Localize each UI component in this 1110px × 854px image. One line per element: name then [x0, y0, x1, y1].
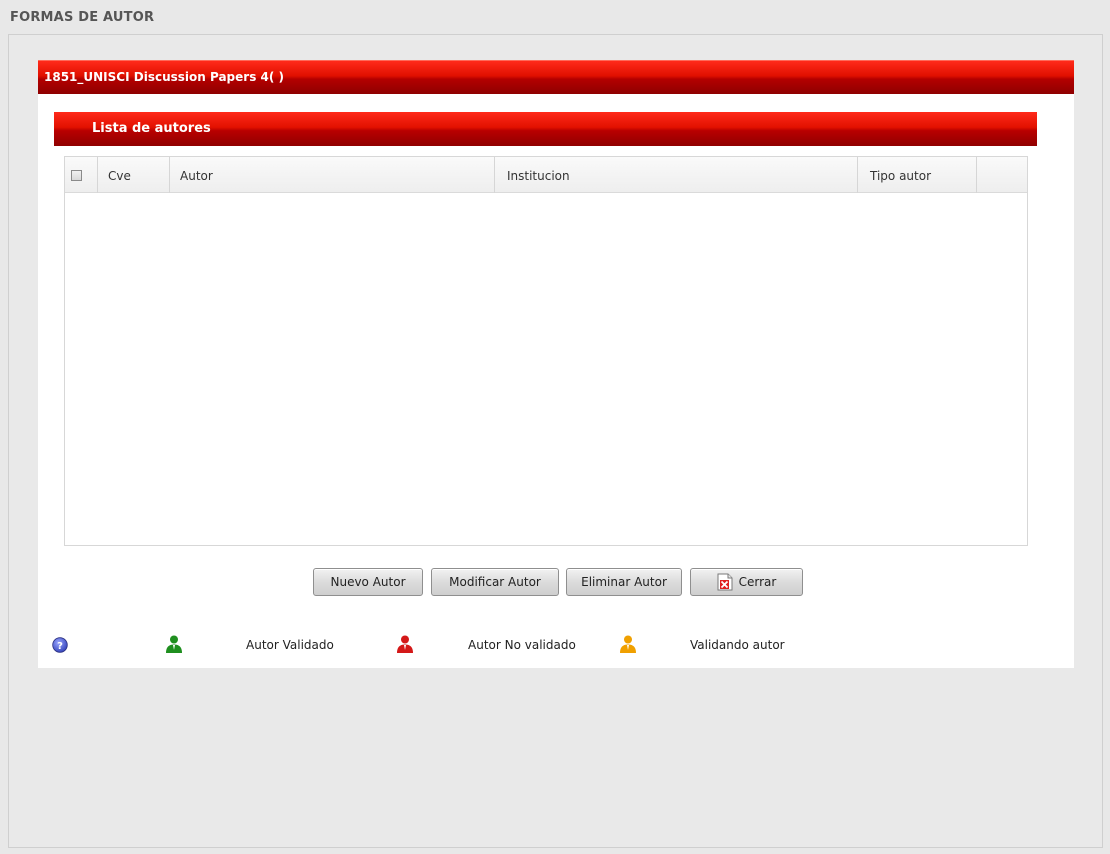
- page: FORMAS DE AUTOR 1851_UNISCI Discussion P…: [0, 0, 1110, 854]
- select-all-checkbox[interactable]: [71, 170, 82, 181]
- authors-list-title: Lista de autores: [92, 121, 211, 136]
- select-all-column: [65, 157, 98, 193]
- authors-grid: Cve Autor Institucion Tipo autor: [64, 156, 1028, 546]
- page-title: FORMAS DE AUTOR: [10, 10, 155, 25]
- new-author-button[interactable]: Nuevo Autor: [313, 568, 423, 596]
- legend-not-validated-label: Autor No validado: [468, 638, 576, 652]
- legend-validated-label: Autor Validado: [246, 638, 334, 652]
- legend-validating-label: Validando autor: [690, 638, 785, 652]
- column-header-institucion[interactable]: Institucion: [495, 157, 858, 193]
- column-header-label: Autor: [180, 169, 213, 183]
- close-icon: [717, 573, 733, 590]
- grid-header: Cve Autor Institucion Tipo autor: [65, 157, 1027, 193]
- legend: ? Autor Validado Autor No validado Valid…: [38, 630, 1074, 660]
- close-button-label: Cerrar: [738, 575, 777, 589]
- help-icon[interactable]: ?: [52, 637, 68, 653]
- authors-panel: 1851_UNISCI Discussion Papers 4( ) Lista…: [38, 60, 1074, 668]
- modify-author-button[interactable]: Modificar Autor: [431, 568, 559, 596]
- column-header-spacer: [977, 157, 1027, 193]
- delete-author-button[interactable]: Eliminar Autor: [566, 568, 682, 596]
- validating-user-icon: [620, 635, 636, 653]
- panel-header: 1851_UNISCI Discussion Papers 4( ): [38, 60, 1074, 94]
- column-header-autor[interactable]: Autor: [170, 157, 495, 193]
- svg-text:?: ?: [57, 641, 63, 652]
- authors-list-header: Lista de autores: [54, 112, 1037, 146]
- column-header-label: Institucion: [507, 169, 570, 183]
- close-button[interactable]: Cerrar: [690, 568, 803, 596]
- column-header-label: Cve: [108, 169, 131, 183]
- panel-header-title: 1851_UNISCI Discussion Papers 4( ): [44, 70, 285, 84]
- column-header-cve[interactable]: Cve: [98, 157, 170, 193]
- column-header-label: Tipo autor: [870, 169, 932, 183]
- action-buttons: Nuevo Autor Modificar Autor Eliminar Aut…: [38, 568, 1074, 598]
- column-header-tipo-autor[interactable]: Tipo autor: [858, 157, 977, 193]
- validated-user-icon: [166, 635, 182, 653]
- not-validated-user-icon: [397, 635, 413, 653]
